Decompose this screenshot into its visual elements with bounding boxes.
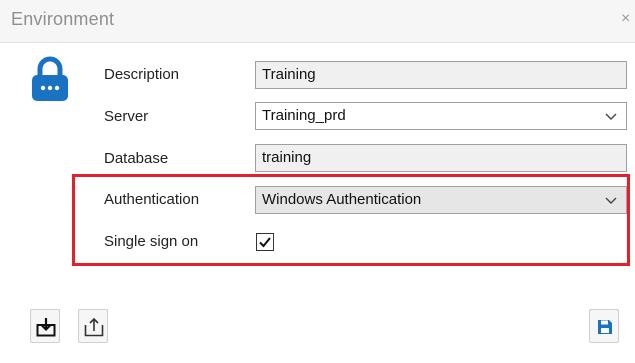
lock-icon <box>32 56 68 101</box>
import-icon <box>36 318 56 337</box>
description-label: Description <box>104 66 180 83</box>
server-combobox[interactable]: Training_prd <box>255 102 627 130</box>
single-sign-on-checkbox[interactable] <box>256 233 274 251</box>
close-icon[interactable]: × <box>621 10 630 28</box>
save-button[interactable] <box>589 309 619 343</box>
chevron-down-icon[interactable] <box>604 109 618 123</box>
authentication-label: Authentication <box>104 191 200 208</box>
window-title: Environment <box>11 9 115 29</box>
single-sign-on-label: Single sign on <box>104 233 199 250</box>
description-value: Training <box>262 66 316 83</box>
checkmark-icon <box>259 237 271 248</box>
server-value: Training_prd <box>262 107 346 124</box>
chevron-down-icon[interactable] <box>604 193 618 207</box>
import-button[interactable] <box>30 309 60 343</box>
export-button[interactable] <box>78 309 108 343</box>
authentication-combobox[interactable]: Windows Authentication <box>255 186 627 214</box>
description-field[interactable]: Training <box>255 61 627 89</box>
database-field[interactable]: training <box>255 144 627 172</box>
server-label: Server <box>104 108 149 125</box>
save-icon <box>598 320 612 334</box>
export-icon <box>84 317 104 337</box>
database-value: training <box>262 149 312 166</box>
authentication-value: Windows Authentication <box>262 191 422 208</box>
title-bar: Environment × <box>0 0 635 43</box>
database-label: Database <box>104 150 169 167</box>
